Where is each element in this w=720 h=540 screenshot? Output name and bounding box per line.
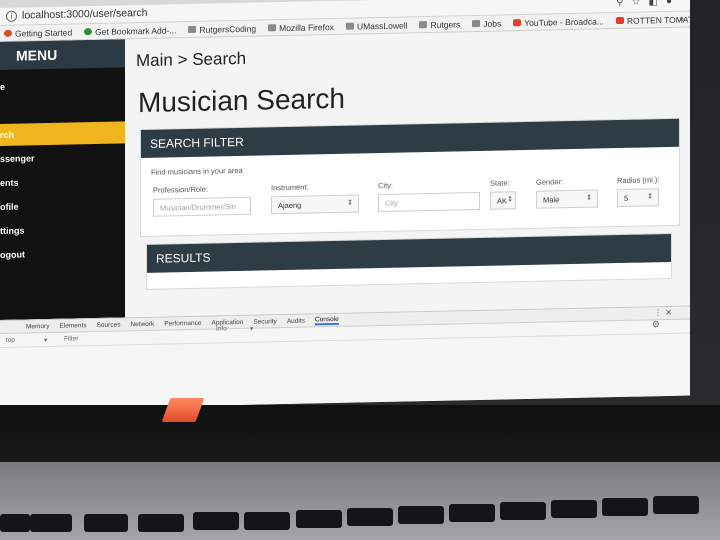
keyboard-key (138, 514, 184, 532)
chevron-down-icon[interactable]: ▾ (44, 336, 47, 344)
instrument-label: Instrument: (271, 182, 309, 193)
profile-icon[interactable]: ● (666, 0, 672, 7)
bookmark-jobs[interactable]: Jobs (472, 18, 501, 29)
tab-performance[interactable]: Performance (164, 319, 201, 327)
sidebar-title: MENU (0, 39, 125, 70)
tab-security[interactable]: Security (253, 318, 276, 325)
keyboard-deck (0, 462, 720, 540)
bookmark-youtube[interactable]: YouTube - Broadca... (513, 16, 604, 28)
state-label: State: (490, 178, 510, 188)
tomato-icon (615, 16, 624, 25)
folder-icon (472, 19, 481, 28)
extensions-icon[interactable]: ◧ (649, 0, 658, 7)
breadcrumb: Main > Search (136, 48, 247, 71)
select-caret-icon: ⇕ (347, 199, 353, 207)
close-icon[interactable]: ✕ (665, 308, 672, 317)
chevron-down-icon[interactable]: ▾ (250, 325, 253, 333)
context-select[interactable]: top (6, 337, 15, 344)
keyboard-key (347, 508, 393, 526)
search-filter-body: Find musicians in your area Profession/R… (141, 147, 679, 236)
keyboard-key (84, 514, 128, 532)
bookmark-umasslowell[interactable]: UMassLowell (345, 20, 407, 31)
log-level-select[interactable]: Info (216, 325, 227, 332)
url-text[interactable]: localhost:3000/user/search (22, 7, 148, 22)
sidebar-item-home[interactable]: e (0, 73, 125, 98)
gender-value: Male (543, 195, 560, 205)
sidebar-item-logout[interactable]: ogout (0, 241, 125, 266)
select-caret-icon: ⇕ (507, 196, 513, 204)
radius-value: 5 (624, 193, 629, 203)
keyboard-key (653, 496, 699, 514)
sidebar-item-search[interactable]: rch (0, 121, 125, 146)
tab-elements[interactable]: Elements (59, 322, 86, 330)
radius-select[interactable]: 5 ⇕ (617, 188, 659, 208)
keyboard-key (244, 512, 290, 530)
profession-input[interactable]: Musician/Drummer/Sin (153, 196, 251, 217)
bookmark-rutgers[interactable]: Rutgers (419, 19, 460, 30)
keyboard-key (0, 514, 30, 532)
bookmarks-overflow-button[interactable]: » (679, 14, 684, 24)
tab-console[interactable]: Console (314, 315, 339, 325)
laptop-bezel (0, 405, 720, 465)
firefox-icon (4, 29, 12, 37)
page-title: Musician Search (138, 82, 345, 119)
folder-icon (268, 24, 277, 32)
select-caret-icon: ⇕ (647, 193, 653, 201)
tab-network[interactable]: Network (130, 320, 154, 327)
gear-icon[interactable]: ⚙ (652, 319, 660, 330)
keyboard-key (398, 506, 444, 524)
sidebar: MENU e rch ssenger ents ofile ttings ogo… (0, 39, 125, 320)
folder-icon (419, 21, 428, 29)
sidebar-item-profile[interactable]: ofile (0, 193, 125, 218)
address-bar-actions: ⚲ ☆ ◧ ● (616, 0, 672, 8)
gender-label: Gender: (536, 177, 564, 187)
bookmark-getting-started[interactable]: Getting Started (4, 27, 72, 38)
more-options-icon[interactable]: ⋮ (654, 308, 662, 317)
photo-stage: i localhost:3000/user/search ⚲ ☆ ◧ ● Get… (0, 0, 720, 540)
city-label: City: (378, 180, 393, 191)
tab-sources[interactable]: Sources (97, 321, 121, 328)
console-filter-input[interactable]: Filter (64, 335, 78, 342)
sidebar-item-messenger[interactable]: ssenger (0, 145, 125, 170)
keyboard-key (449, 504, 495, 522)
sidebar-item-events[interactable]: ents (0, 169, 125, 194)
keyboard-key (296, 510, 342, 528)
city-input[interactable]: City (378, 191, 480, 213)
tab-audits[interactable]: Audits (287, 317, 305, 324)
keyboard-key (500, 502, 546, 520)
sidebar-item-2[interactable] (0, 97, 125, 122)
bookmark-mozilla-firefox[interactable]: Mozilla Firefox (268, 22, 334, 33)
keyboard-key (193, 512, 239, 530)
select-caret-icon: ⇕ (586, 194, 592, 202)
state-select[interactable]: AK ⇕ (490, 191, 516, 210)
state-value: AK (497, 196, 508, 206)
youtube-icon (513, 19, 522, 27)
profession-label: Profession/Role: (153, 184, 209, 195)
sidebar-item-settings[interactable]: ttings (0, 217, 125, 242)
radius-label: Radius (mi.): (617, 175, 660, 186)
addon-icon (84, 28, 93, 36)
site-info-icon[interactable]: i (6, 10, 17, 22)
star-icon[interactable]: ☆ (632, 0, 641, 8)
folder-icon (345, 22, 354, 30)
filter-hint: Find musicians in your area (151, 165, 243, 177)
bookmark-rutgerscoding[interactable]: RutgersCoding (188, 23, 256, 34)
gender-select[interactable]: Male ⇕ (536, 189, 598, 209)
bookmark-get-bookmark-addons[interactable]: Get Bookmark Add-... (84, 25, 176, 37)
instrument-value: Ajaeng (278, 200, 302, 211)
keyboard-key (602, 498, 648, 516)
app-viewport: MENU e rch ssenger ents ofile ttings ogo… (0, 27, 690, 320)
tab-memory[interactable]: Memory (26, 322, 49, 329)
keyboard-key (551, 500, 597, 518)
folder-icon (188, 25, 197, 34)
keyboard-key (30, 514, 72, 532)
instrument-select[interactable]: Ajaeng ⇕ (271, 194, 359, 215)
pin-icon[interactable]: ⚲ (616, 0, 623, 8)
laptop-screen: i localhost:3000/user/search ⚲ ☆ ◧ ● Get… (0, 0, 690, 410)
devtools-panel: Memory Elements Sources Network Performa… (0, 305, 690, 410)
search-filter-panel: SEARCH FILTER Find musicians in your are… (140, 117, 680, 238)
results-panel: RESULTS (146, 232, 672, 290)
